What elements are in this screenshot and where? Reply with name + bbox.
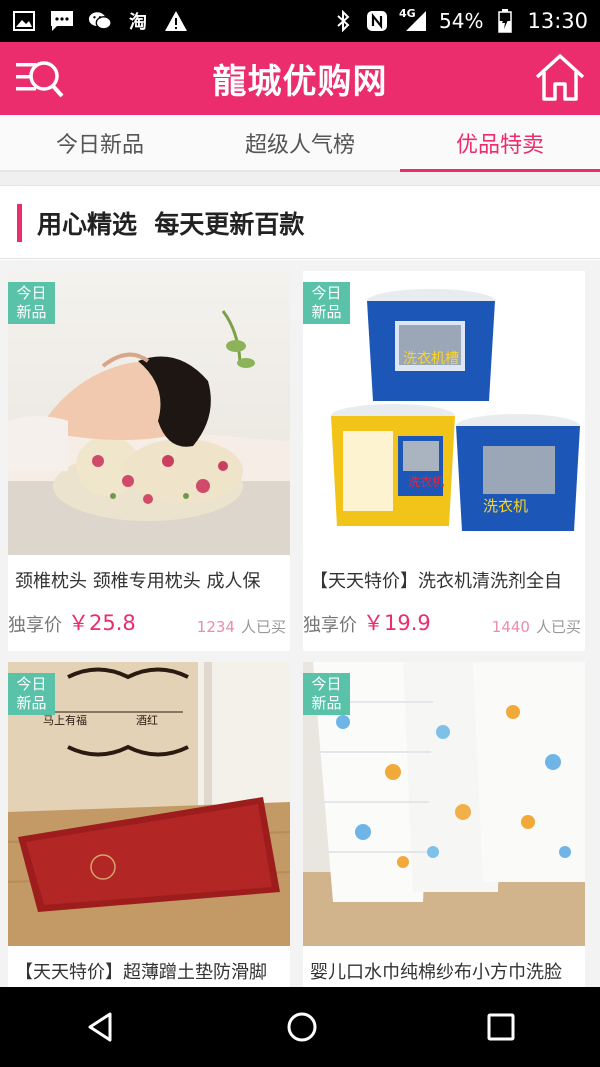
product-name[interactable]: 【天天特价】超薄蹭土垫防滑脚 bbox=[8, 946, 290, 988]
product-grid: 今日 新品 颈椎枕头 颈椎专用枕头 成人保 独享价 ￥25.8 1234 人已买… bbox=[0, 260, 600, 992]
product-name[interactable]: 【天天特价】洗衣机清洗剂全自 bbox=[303, 555, 585, 597]
product-image[interactable]: 今日 新品 马上有福 酒红 bbox=[8, 662, 290, 946]
new-badge: 今日 新品 bbox=[303, 673, 350, 715]
product-card[interactable]: 今日 新品 洗衣机 洗衣机 洗衣机槽 【天天特价】洗衣机清洗剂全自 独享价 ￥1… bbox=[303, 271, 585, 651]
tab-special-sale[interactable]: 优品特卖 bbox=[400, 115, 600, 172]
svg-text:洗衣机: 洗衣机 bbox=[483, 497, 528, 515]
new-badge: 今日 新品 bbox=[8, 282, 55, 324]
product-image[interactable]: 今日 新品 bbox=[8, 271, 290, 555]
network-type: 4G bbox=[399, 7, 416, 20]
category-tabs: 今日新品 超级人气榜 优品特卖 bbox=[0, 115, 600, 172]
image-icon bbox=[12, 11, 36, 31]
signal-icon: 4G bbox=[399, 7, 429, 31]
price-row: 独享价 ￥19.9 1440 人已买 bbox=[303, 597, 585, 637]
app-header: 龍城优购网 bbox=[0, 42, 600, 115]
sold-count: 1440 人已买 bbox=[491, 618, 581, 636]
home-circle-icon[interactable] bbox=[285, 1010, 319, 1044]
recents-icon[interactable] bbox=[486, 1012, 516, 1042]
section-header: 用心精选 每天更新百款 bbox=[0, 187, 600, 259]
nfc-icon bbox=[365, 11, 389, 31]
product-name[interactable]: 颈椎枕头 颈椎专用枕头 成人保 bbox=[8, 555, 290, 597]
bluetooth-icon bbox=[331, 10, 355, 32]
product-card[interactable]: 今日 新品 马上有福 酒红 【天天特价】超薄蹭土垫防滑脚 bbox=[8, 662, 290, 992]
warning-icon bbox=[164, 11, 188, 31]
price: ￥25.8 bbox=[68, 611, 136, 635]
price: ￥19.9 bbox=[363, 611, 431, 635]
message-icon bbox=[50, 11, 74, 31]
section-title: 用心精选 每天更新百款 bbox=[37, 209, 305, 239]
product-image[interactable]: 今日 新品 洗衣机 洗衣机 洗衣机槽 bbox=[303, 271, 585, 555]
sold-count: 1234 人已买 bbox=[196, 618, 286, 636]
product-card[interactable]: 今日 新品 颈椎枕头 颈椎专用枕头 成人保 独享价 ￥25.8 1234 人已买 bbox=[8, 271, 290, 651]
price-row: 独享价 ￥25.8 1234 人已买 bbox=[8, 597, 290, 637]
mat-color-label: 酒红 bbox=[136, 714, 158, 727]
clock: 13:30 bbox=[527, 9, 588, 33]
status-bar: 淘 4G 54% 13:30 bbox=[0, 0, 600, 42]
taobao-icon: 淘 bbox=[129, 12, 147, 33]
new-badge: 今日 新品 bbox=[8, 673, 55, 715]
tab-popular[interactable]: 超级人气榜 bbox=[200, 115, 400, 170]
product-image[interactable]: 今日 新品 bbox=[303, 662, 585, 946]
menu-search-icon[interactable] bbox=[14, 56, 66, 102]
product-card[interactable]: 今日 新品 婴儿口水巾纯棉纱布小方巾洗脸 bbox=[303, 662, 585, 992]
section-accent-bar bbox=[17, 203, 22, 242]
app-title: 龍城优购网 bbox=[212, 62, 388, 102]
svg-text:洗衣机: 洗衣机 bbox=[408, 474, 444, 489]
mat-slogan: 马上有福 bbox=[43, 713, 87, 727]
battery-percent: 54% bbox=[439, 9, 484, 33]
home-icon[interactable] bbox=[534, 52, 586, 104]
system-nav-bar bbox=[0, 987, 600, 1067]
wechat-icon bbox=[88, 11, 112, 31]
back-icon[interactable] bbox=[84, 1010, 118, 1044]
battery-icon bbox=[493, 9, 517, 33]
tab-new-today[interactable]: 今日新品 bbox=[0, 115, 200, 170]
price-label: 独享价 bbox=[303, 615, 357, 636]
divider bbox=[0, 172, 600, 186]
price-label: 独享价 bbox=[8, 615, 62, 636]
new-badge: 今日 新品 bbox=[303, 282, 350, 324]
svg-text:洗衣机槽: 洗衣机槽 bbox=[403, 351, 459, 367]
product-name[interactable]: 婴儿口水巾纯棉纱布小方巾洗脸 bbox=[303, 946, 585, 988]
